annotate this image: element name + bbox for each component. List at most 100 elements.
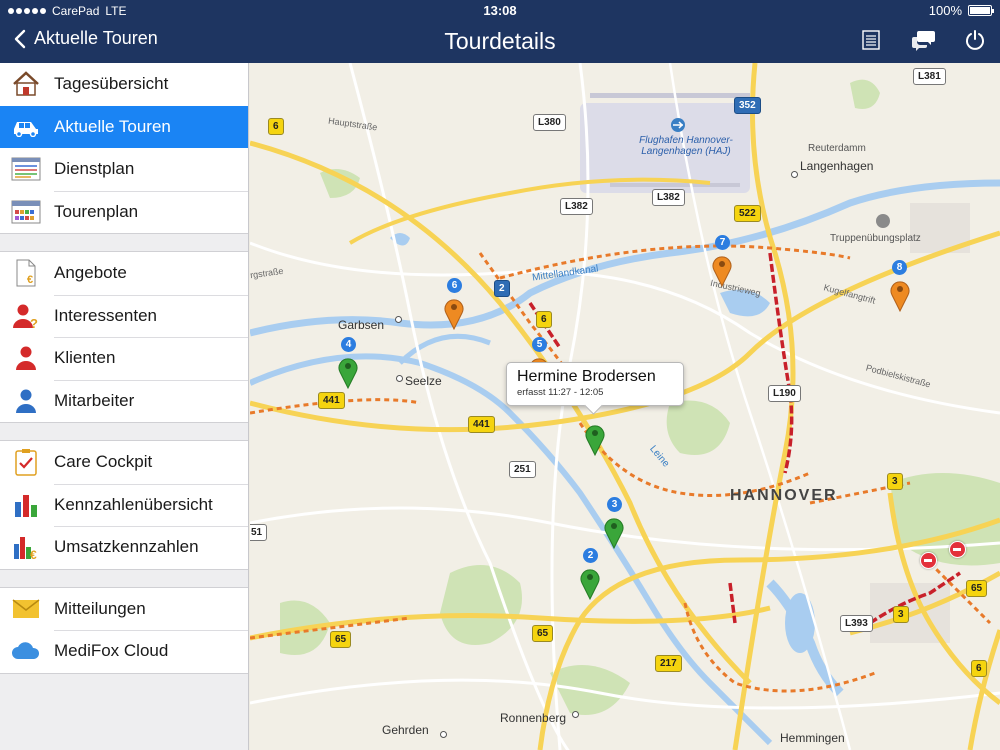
map-base-layer bbox=[250, 63, 1000, 750]
sidebar-group-communication: Mitteilungen MediFox Cloud bbox=[0, 586, 248, 674]
town-dot bbox=[395, 316, 402, 323]
place-label-seelze: Seelze bbox=[405, 374, 442, 388]
svg-text:€: € bbox=[30, 548, 37, 560]
battery-icon bbox=[968, 5, 994, 16]
sidebar-item-label: Care Cockpit bbox=[54, 452, 153, 472]
sidebar-item-dienstplan[interactable]: Dienstplan bbox=[0, 148, 248, 191]
road-shield: 217 bbox=[655, 655, 682, 672]
town-dot bbox=[440, 731, 447, 738]
road-shield: L190 bbox=[768, 385, 801, 402]
town-dot bbox=[572, 711, 579, 718]
house-icon bbox=[11, 70, 41, 98]
road-shield: 65 bbox=[330, 631, 352, 648]
tour-stop-number[interactable]: 5 bbox=[532, 337, 547, 352]
back-button[interactable]: Aktuelle Touren bbox=[14, 28, 158, 49]
airport-icon bbox=[671, 118, 685, 132]
person-question-icon: ? bbox=[11, 302, 41, 330]
euro-bar-chart-icon: € bbox=[11, 533, 41, 561]
place-label-truppenuebungsplatz: Truppenübungsplatz bbox=[830, 233, 921, 244]
place-label-ronnenberg: Ronnenberg bbox=[500, 711, 567, 725]
navigation-bar: Aktuelle Touren Tourdetails bbox=[0, 20, 1000, 63]
status-time: 13:08 bbox=[483, 3, 517, 18]
battery-percent: 100% bbox=[928, 3, 962, 18]
sidebar-item-tourenplan[interactable]: Tourenplan bbox=[0, 190, 248, 234]
place-label-hannover: HANNOVER bbox=[730, 487, 838, 504]
sidebar-item-umsatzkennzahlen[interactable]: € Umsatzkennzahlen bbox=[0, 526, 248, 569]
road-shield: 251 bbox=[509, 461, 536, 478]
sidebar-group-contacts: € Angebote ? Interessenten Klienten Mita… bbox=[0, 251, 248, 423]
road-shield: 65 bbox=[532, 625, 554, 642]
sidebar-item-medifox-cloud[interactable]: MediFox Cloud bbox=[0, 630, 248, 673]
road-shield: 65 bbox=[966, 580, 988, 597]
road-closure-icon bbox=[920, 552, 937, 569]
sidebar-item-kennzahlen[interactable]: Kennzahlenübersicht bbox=[0, 483, 248, 527]
road-shield: 441 bbox=[318, 392, 345, 409]
top-bar: CarePad LTE 13:08 100% Aktuelle Touren T… bbox=[0, 0, 1000, 63]
callout-time: erfasst 11:27 - 12:05 bbox=[517, 387, 604, 398]
clipboard-check-icon bbox=[11, 448, 41, 476]
map-pin-orange[interactable] bbox=[443, 296, 465, 331]
tour-stop-number[interactable]: 4 bbox=[341, 337, 356, 352]
sidebar-item-label: Tagesübersicht bbox=[54, 74, 169, 94]
sidebar-item-label: Umsatzkennzahlen bbox=[54, 537, 199, 557]
person-blue-icon bbox=[11, 387, 41, 415]
euro-document-icon: € bbox=[11, 259, 41, 287]
svg-text:€: € bbox=[27, 274, 33, 286]
map-pin-green[interactable] bbox=[579, 566, 601, 601]
sidebar-item-klienten[interactable]: Klienten bbox=[0, 337, 248, 380]
road-shield: 352 bbox=[734, 97, 761, 114]
schedule-list-icon bbox=[11, 155, 41, 183]
map-view[interactable]: HANNOVER Garbsen Seelze Langenhagen Reut… bbox=[250, 63, 1000, 750]
sidebar-item-label: Angebote bbox=[54, 263, 127, 283]
sidebar-item-label: Mitarbeiter bbox=[54, 390, 135, 410]
road-shield: 6 bbox=[536, 311, 552, 328]
sidebar-item-mitarbeiter[interactable]: Mitarbeiter bbox=[0, 379, 248, 423]
tour-calendar-icon bbox=[11, 198, 41, 226]
place-label-hemmingen: Hemmingen bbox=[780, 731, 845, 745]
sidebar-item-angebote[interactable]: € Angebote bbox=[0, 252, 248, 295]
military-area-icon bbox=[876, 214, 890, 228]
tour-stop-number[interactable]: 3 bbox=[607, 497, 622, 512]
sidebar-item-care-cockpit[interactable]: Care Cockpit bbox=[0, 441, 248, 484]
road-shield: 441 bbox=[468, 416, 495, 433]
sidebar-group-analytics: Care Cockpit Kennzahlenübersicht € Umsat… bbox=[0, 440, 248, 570]
sidebar-item-label: Mitteilungen bbox=[54, 598, 146, 618]
status-bar: CarePad LTE 13:08 100% bbox=[0, 0, 1000, 20]
sidebar-item-tagesuebersicht[interactable]: Tagesübersicht bbox=[0, 63, 248, 106]
map-pin-green[interactable] bbox=[337, 355, 359, 390]
road-shield: L381 bbox=[913, 68, 946, 85]
sidebar-item-mitteilungen[interactable]: Mitteilungen bbox=[0, 588, 248, 631]
road-shield: L382 bbox=[652, 189, 685, 206]
road-shield: L382 bbox=[560, 198, 593, 215]
tour-stop-number[interactable]: 6 bbox=[447, 278, 462, 293]
sidebar-item-label: Aktuelle Touren bbox=[54, 116, 171, 136]
tour-stop-number[interactable]: 7 bbox=[715, 235, 730, 250]
sidebar-item-aktuelle-touren[interactable]: Aktuelle Touren bbox=[0, 105, 248, 148]
car-icon bbox=[11, 113, 41, 141]
place-label-garbsen: Garbsen bbox=[338, 318, 385, 332]
sidebar-item-interessenten[interactable]: ? Interessenten bbox=[0, 294, 248, 338]
tour-stop-number[interactable]: 2 bbox=[583, 548, 598, 563]
map-pin-orange[interactable] bbox=[711, 253, 733, 288]
road-closure-icon bbox=[949, 541, 966, 558]
map-pin-green-selected[interactable] bbox=[584, 422, 606, 457]
sidebar-item-label: Klienten bbox=[54, 348, 116, 368]
place-label-reuterdamm: Reuterdamm bbox=[808, 143, 866, 154]
map-pin-orange[interactable] bbox=[889, 278, 911, 313]
person-red-icon bbox=[11, 344, 41, 372]
town-dot bbox=[396, 375, 403, 382]
sidebar-group-main: Tagesübersicht Aktuelle Touren Dienstpla… bbox=[0, 63, 248, 234]
list-icon[interactable] bbox=[860, 29, 882, 51]
power-icon[interactable] bbox=[964, 29, 986, 51]
pin-callout[interactable]: Hermine Brodersen erfasst 11:27 - 12:05 bbox=[506, 362, 684, 406]
sidebar-item-label: Tourenplan bbox=[54, 201, 139, 221]
place-label-gehrden: Gehrden bbox=[382, 723, 429, 737]
road-shield: 2 bbox=[494, 280, 510, 297]
chevron-left-icon bbox=[14, 29, 26, 48]
road-shield: 522 bbox=[734, 205, 761, 222]
tour-stop-number[interactable]: 8 bbox=[892, 260, 907, 275]
map-pin-green[interactable] bbox=[603, 515, 625, 550]
bar-chart-icon bbox=[11, 491, 41, 519]
chat-bubbles-icon[interactable] bbox=[912, 29, 935, 51]
callout-client-name: Hermine Brodersen bbox=[517, 368, 656, 385]
